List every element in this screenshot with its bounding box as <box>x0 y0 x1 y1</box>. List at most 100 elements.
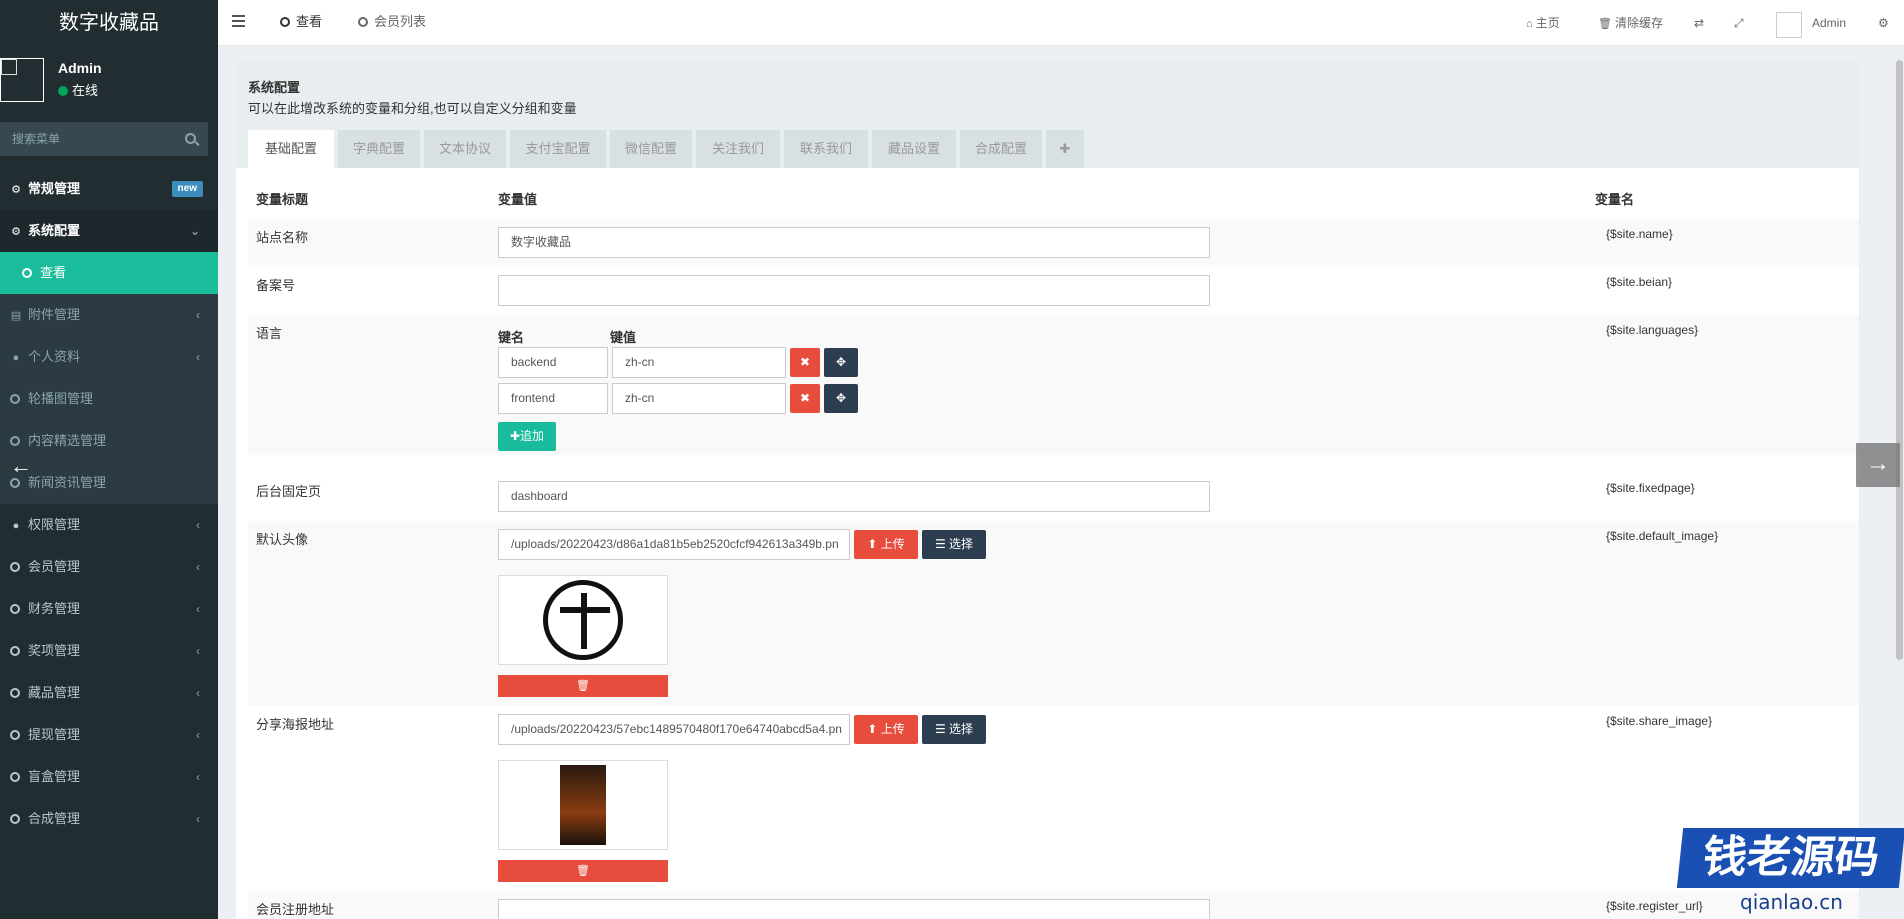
sidebar-item-synth[interactable]: 合成管理 ‹ <box>0 798 218 840</box>
watermark-url: qianlao.cn <box>1740 890 1843 914</box>
upload-button[interactable]: ⬆ 上传 <box>854 530 918 559</box>
watermark: 钱老源码 qianlao.cn <box>1676 828 1904 916</box>
upload-icon: ⬆ <box>867 722 881 736</box>
sidebar-item-attachment[interactable]: ▤ 附件管理 ‹ <box>0 294 218 336</box>
sidebar-item-news[interactable]: 新闻资讯管理 <box>0 462 218 504</box>
page-description: 可以在此增改系统的变量和分组,也可以自定义分组和变量 <box>248 101 577 116</box>
sidebar-item-blindbox[interactable]: 盲盒管理 ‹ <box>0 756 218 798</box>
drag-move-icon[interactable]: ✥ <box>824 384 858 413</box>
register-url-input[interactable] <box>498 899 1210 919</box>
chevron-left-icon: ‹ <box>196 728 200 742</box>
tab-synth[interactable]: 合成配置 <box>960 130 1042 168</box>
language-icon[interactable]: ⇄ <box>1694 0 1704 46</box>
upload-button[interactable]: ⬆ 上传 <box>854 715 918 744</box>
arrow-left-icon[interactable]: ← <box>10 453 32 479</box>
settings-icon[interactable]: ⚙ <box>1878 0 1889 46</box>
sidebar-item-sysconfig[interactable]: ⚙ 系统配置 ⌄ <box>0 210 218 252</box>
sidebar: 数字收藏品 Admin 在线 ⚙常规管理new ⚙系统配置⌄ 查看 ▤附件管理‹… <box>0 0 218 919</box>
append-button[interactable]: ✚追加 <box>498 422 556 451</box>
tab-alipay[interactable]: 支付宝配置 <box>510 130 606 168</box>
choose-button[interactable]: ☰ 选择 <box>922 715 986 744</box>
tab-members[interactable]: 会员列表 <box>358 0 426 46</box>
user-name: Admin <box>58 60 102 76</box>
sidebar-item-profile[interactable]: ● 个人资料 ‹ <box>0 336 218 378</box>
row-beian: 备案号 {$site.beian} <box>248 267 1859 315</box>
circle-icon <box>280 17 290 27</box>
tab-follow[interactable]: 关注我们 <box>696 130 780 168</box>
arrow-right-icon[interactable]: → <box>1856 443 1900 487</box>
circle-icon <box>10 730 20 740</box>
user-panel: Admin 在线 <box>0 46 218 108</box>
menu-toggle-icon[interactable] <box>232 15 245 27</box>
logo-image <box>543 580 623 660</box>
tab-basic[interactable]: 基础配置 <box>248 130 334 168</box>
sidebar-item-featured[interactable]: 内容精选管理 <box>0 420 218 462</box>
home-icon: ⌂ <box>1526 18 1533 30</box>
chevron-left-icon: ‹ <box>196 518 200 532</box>
file-icon: ▤ <box>10 310 22 322</box>
lang-key-input[interactable]: frontend <box>498 383 608 414</box>
lang-value-input[interactable]: zh-cn <box>612 383 786 414</box>
delete-image-button[interactable]: 🗑 <box>498 675 668 697</box>
admin-name[interactable]: Admin <box>1812 0 1846 46</box>
fixedpage-input[interactable]: dashboard <box>498 481 1210 512</box>
share-image-input[interactable]: /uploads/20220423/57ebc1489570480f170e64… <box>498 714 850 745</box>
remove-icon[interactable]: ✖ <box>790 384 820 413</box>
page-scrollbar[interactable] <box>1894 60 1904 660</box>
lang-value-input[interactable]: zh-cn <box>612 347 786 378</box>
row-languages: 语言 键名 键值 backend zh-cn ✖ ✥ frontend zh-c… <box>248 315 1859 455</box>
trash-icon: 🗑 <box>1598 18 1612 30</box>
sidebar-item-member[interactable]: 会员管理 ‹ <box>0 546 218 588</box>
top-navbar: 查看 会员列表 ⌂ 主页 🗑 清除缓存 ⇄ ⤢ Admin ⚙ <box>218 0 1904 46</box>
home-link[interactable]: ⌂ 主页 <box>1526 0 1560 46</box>
fullscreen-icon[interactable]: ⤢ <box>1734 0 1744 46</box>
app-logo[interactable]: 数字收藏品 <box>0 0 218 46</box>
lang-key-input[interactable]: backend <box>498 347 608 378</box>
chevron-left-icon: ‹ <box>196 770 200 784</box>
add-tab-button[interactable]: ✚ <box>1046 130 1084 168</box>
menu-search <box>0 122 208 156</box>
row-share-image: 分享海报地址 /uploads/20220423/57ebc1489570480… <box>248 706 1859 891</box>
tab-text-agreement[interactable]: 文本协议 <box>424 130 506 168</box>
choose-button[interactable]: ☰ 选择 <box>922 530 986 559</box>
sidebar-item-carousel[interactable]: 轮播图管理 <box>0 378 218 420</box>
share-image-preview[interactable] <box>498 760 668 850</box>
row-register-url: 会员注册地址 {$site.register_url} <box>248 891 1859 919</box>
trash-icon: 🗑 <box>576 865 590 877</box>
list-icon: ☰ <box>934 722 950 736</box>
search-icon[interactable] <box>185 133 196 144</box>
config-panel: 系统配置 可以在此增改系统的变量和分组,也可以自定义分组和变量 基础配置 字典配… <box>236 60 1859 919</box>
circle-icon <box>358 17 368 27</box>
avatar <box>0 58 44 102</box>
remove-icon[interactable]: ✖ <box>790 348 820 377</box>
tab-contact[interactable]: 联系我们 <box>784 130 868 168</box>
chevron-down-icon: ⌄ <box>189 224 200 238</box>
sidebar-item-withdraw[interactable]: 提现管理 ‹ <box>0 714 218 756</box>
admin-avatar[interactable] <box>1776 12 1802 38</box>
sidebar-item-finance[interactable]: 财务管理 ‹ <box>0 588 218 630</box>
default-image-preview[interactable] <box>498 575 668 665</box>
clear-cache-link[interactable]: 🗑 清除缓存 <box>1598 0 1663 46</box>
circle-icon <box>22 268 32 278</box>
tab-dictionary[interactable]: 字典配置 <box>338 130 420 168</box>
poster-image <box>560 765 606 845</box>
tab-view[interactable]: 查看 <box>280 0 322 46</box>
sidebar-item-general[interactable]: ⚙ 常规管理 new <box>0 168 218 210</box>
sidebar-item-collection[interactable]: 藏品管理 ‹ <box>0 672 218 714</box>
circle-icon <box>10 688 20 698</box>
circle-icon <box>10 646 20 656</box>
default-image-input[interactable]: /uploads/20220423/d86a1da81b5eb2520cfcf9… <box>498 529 850 560</box>
tab-wechat[interactable]: 微信配置 <box>610 130 692 168</box>
delete-image-button[interactable]: 🗑 <box>498 860 668 882</box>
beian-input[interactable] <box>498 275 1210 306</box>
sidebar-item-award[interactable]: 奖项管理 ‹ <box>0 630 218 672</box>
drag-move-icon[interactable]: ✥ <box>824 348 858 377</box>
circle-icon <box>10 604 20 614</box>
sidebar-item-auth[interactable]: ● 权限管理 ‹ <box>0 504 218 546</box>
tab-collection-settings[interactable]: 藏品设置 <box>872 130 956 168</box>
upload-icon: ⬆ <box>867 537 881 551</box>
circle-icon <box>10 772 20 782</box>
site-name-input[interactable]: 数字收藏品 <box>498 227 1210 258</box>
sidebar-item-view[interactable]: 查看 <box>0 252 218 294</box>
menu-search-input[interactable] <box>0 122 208 156</box>
